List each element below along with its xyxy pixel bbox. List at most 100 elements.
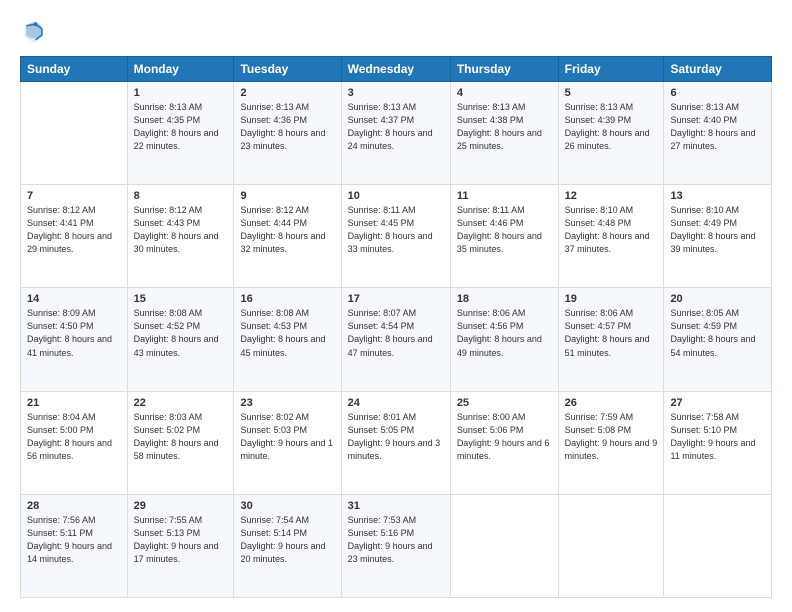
calendar-cell: 7 Sunrise: 8:12 AMSunset: 4:41 PMDaylight… [21, 185, 128, 288]
day-info: Sunrise: 7:59 AMSunset: 5:08 PMDaylight:… [565, 411, 658, 463]
day-info: Sunrise: 7:58 AMSunset: 5:10 PMDaylight:… [670, 411, 765, 463]
day-info: Sunrise: 8:06 AMSunset: 4:57 PMDaylight:… [565, 307, 658, 359]
calendar-cell: 23Sunrise: 8:02 AMSunset: 5:03 PMDayligh… [234, 391, 341, 494]
weekday-header: Monday [127, 57, 234, 82]
calendar-cell: 11 Sunrise: 8:11 AMSunset: 4:46 PMDayligh… [450, 185, 558, 288]
calendar-cell: 13 Sunrise: 8:10 AMSunset: 4:49 PMDayligh… [664, 185, 772, 288]
calendar-cell: 25 Sunrise: 8:00 AMSunset: 5:06 PMDayligh… [450, 391, 558, 494]
day-info: Sunrise: 8:10 AMSunset: 4:48 PMDaylight:… [565, 204, 658, 256]
weekday-header: Tuesday [234, 57, 341, 82]
day-number: 10 [348, 190, 444, 202]
day-info: Sunrise: 7:56 AMSunset: 5:11 PMDaylight:… [27, 514, 121, 566]
calendar-table: SundayMondayTuesdayWednesdayThursdayFrid… [20, 56, 772, 598]
calendar-cell: 21 Sunrise: 8:04 AMSunset: 5:00 PMDayligh… [21, 391, 128, 494]
calendar-week-row: 21 Sunrise: 8:04 AMSunset: 5:00 PMDayligh… [21, 391, 772, 494]
calendar-cell [558, 494, 664, 597]
calendar-week-row: 28 Sunrise: 7:56 AMSunset: 5:11 PMDayligh… [21, 494, 772, 597]
calendar-cell: 28 Sunrise: 7:56 AMSunset: 5:11 PMDayligh… [21, 494, 128, 597]
calendar-cell: 2Sunrise: 8:13 AMSunset: 4:36 PMDaylight… [234, 82, 341, 185]
calendar-cell: 19 Sunrise: 8:06 AMSunset: 4:57 PMDayligh… [558, 288, 664, 391]
calendar-cell: 26 Sunrise: 7:59 AMSunset: 5:08 PMDayligh… [558, 391, 664, 494]
day-info: Sunrise: 8:01 AMSunset: 5:05 PMDaylight:… [348, 411, 444, 463]
calendar-cell: 20Sunrise: 8:05 AMSunset: 4:59 PMDayligh… [664, 288, 772, 391]
day-info: Sunrise: 8:06 AMSunset: 4:56 PMDaylight:… [457, 307, 552, 359]
calendar-cell: 24 Sunrise: 8:01 AMSunset: 5:05 PMDayligh… [341, 391, 450, 494]
day-number: 11 [457, 190, 552, 202]
day-number: 29 [134, 500, 228, 512]
day-info: Sunrise: 7:55 AMSunset: 5:13 PMDaylight:… [134, 514, 228, 566]
day-number: 16 [240, 293, 334, 305]
day-number: 24 [348, 397, 444, 409]
day-info: Sunrise: 8:09 AMSunset: 4:50 PMDaylight:… [27, 307, 121, 359]
day-info: Sunrise: 8:13 AMSunset: 4:37 PMDaylight:… [348, 101, 444, 153]
day-info: Sunrise: 8:12 AMSunset: 4:41 PMDaylight:… [27, 204, 121, 256]
day-info: Sunrise: 8:12 AMSunset: 4:43 PMDaylight:… [134, 204, 228, 256]
calendar-cell: 4Sunrise: 8:13 AMSunset: 4:38 PMDaylight… [450, 82, 558, 185]
calendar-week-row: 7 Sunrise: 8:12 AMSunset: 4:41 PMDaylight… [21, 185, 772, 288]
day-number: 13 [670, 190, 765, 202]
day-number: 26 [565, 397, 658, 409]
day-info: Sunrise: 8:10 AMSunset: 4:49 PMDaylight:… [670, 204, 765, 256]
day-number: 19 [565, 293, 658, 305]
day-info: Sunrise: 8:08 AMSunset: 4:52 PMDaylight:… [134, 307, 228, 359]
day-info: Sunrise: 8:11 AMSunset: 4:45 PMDaylight:… [348, 204, 444, 256]
day-number: 1 [134, 87, 228, 99]
calendar-cell: 14Sunrise: 8:09 AMSunset: 4:50 PMDayligh… [21, 288, 128, 391]
day-number: 31 [348, 500, 444, 512]
day-number: 2 [240, 87, 334, 99]
weekday-header: Sunday [21, 57, 128, 82]
day-number: 15 [134, 293, 228, 305]
page: SundayMondayTuesdayWednesdayThursdayFrid… [0, 0, 792, 612]
calendar-header-row: SundayMondayTuesdayWednesdayThursdayFrid… [21, 57, 772, 82]
day-info: Sunrise: 8:05 AMSunset: 4:59 PMDaylight:… [670, 307, 765, 359]
day-number: 9 [240, 190, 334, 202]
day-info: Sunrise: 8:13 AMSunset: 4:40 PMDaylight:… [670, 101, 765, 153]
calendar-cell: 12 Sunrise: 8:10 AMSunset: 4:48 PMDayligh… [558, 185, 664, 288]
calendar-cell: 29 Sunrise: 7:55 AMSunset: 5:13 PMDayligh… [127, 494, 234, 597]
day-number: 17 [348, 293, 444, 305]
day-number: 12 [565, 190, 658, 202]
calendar-cell [21, 82, 128, 185]
weekday-header: Friday [558, 57, 664, 82]
logo-icon [20, 18, 48, 46]
calendar-cell: 30 Sunrise: 7:54 AMSunset: 5:14 PMDayligh… [234, 494, 341, 597]
day-number: 25 [457, 397, 552, 409]
calendar-cell: 3 Sunrise: 8:13 AMSunset: 4:37 PMDaylight… [341, 82, 450, 185]
day-number: 3 [348, 87, 444, 99]
calendar-cell [664, 494, 772, 597]
calendar-week-row: 14Sunrise: 8:09 AMSunset: 4:50 PMDayligh… [21, 288, 772, 391]
day-info: Sunrise: 8:11 AMSunset: 4:46 PMDaylight:… [457, 204, 552, 256]
calendar-cell: 31 Sunrise: 7:53 AMSunset: 5:16 PMDayligh… [341, 494, 450, 597]
day-info: Sunrise: 8:00 AMSunset: 5:06 PMDaylight:… [457, 411, 552, 463]
weekday-header: Wednesday [341, 57, 450, 82]
calendar-week-row: 1 Sunrise: 8:13 AMSunset: 4:35 PMDaylight… [21, 82, 772, 185]
day-info: Sunrise: 8:12 AMSunset: 4:44 PMDaylight:… [240, 204, 334, 256]
calendar-cell: 8Sunrise: 8:12 AMSunset: 4:43 PMDaylight… [127, 185, 234, 288]
day-number: 7 [27, 190, 121, 202]
calendar-cell [450, 494, 558, 597]
day-number: 30 [240, 500, 334, 512]
day-info: Sunrise: 8:08 AMSunset: 4:53 PMDaylight:… [240, 307, 334, 359]
day-info: Sunrise: 8:04 AMSunset: 5:00 PMDaylight:… [27, 411, 121, 463]
calendar-cell: 9 Sunrise: 8:12 AMSunset: 4:44 PMDaylight… [234, 185, 341, 288]
calendar-cell: 17 Sunrise: 8:07 AMSunset: 4:54 PMDayligh… [341, 288, 450, 391]
day-info: Sunrise: 8:13 AMSunset: 4:39 PMDaylight:… [565, 101, 658, 153]
calendar-cell: 10 Sunrise: 8:11 AMSunset: 4:45 PMDayligh… [341, 185, 450, 288]
day-info: Sunrise: 8:03 AMSunset: 5:02 PMDaylight:… [134, 411, 228, 463]
weekday-header: Saturday [664, 57, 772, 82]
calendar-cell: 1 Sunrise: 8:13 AMSunset: 4:35 PMDaylight… [127, 82, 234, 185]
day-number: 22 [134, 397, 228, 409]
day-info: Sunrise: 8:07 AMSunset: 4:54 PMDaylight:… [348, 307, 444, 359]
calendar-cell: 27Sunrise: 7:58 AMSunset: 5:10 PMDayligh… [664, 391, 772, 494]
calendar-cell: 22 Sunrise: 8:03 AMSunset: 5:02 PMDayligh… [127, 391, 234, 494]
day-number: 5 [565, 87, 658, 99]
day-info: Sunrise: 7:53 AMSunset: 5:16 PMDaylight:… [348, 514, 444, 566]
calendar-cell: 6 Sunrise: 8:13 AMSunset: 4:40 PMDaylight… [664, 82, 772, 185]
day-number: 6 [670, 87, 765, 99]
calendar-cell: 16 Sunrise: 8:08 AMSunset: 4:53 PMDayligh… [234, 288, 341, 391]
day-number: 21 [27, 397, 121, 409]
day-info: Sunrise: 8:13 AMSunset: 4:35 PMDaylight:… [134, 101, 228, 153]
logo [20, 18, 50, 46]
day-number: 28 [27, 500, 121, 512]
day-info: Sunrise: 7:54 AMSunset: 5:14 PMDaylight:… [240, 514, 334, 566]
